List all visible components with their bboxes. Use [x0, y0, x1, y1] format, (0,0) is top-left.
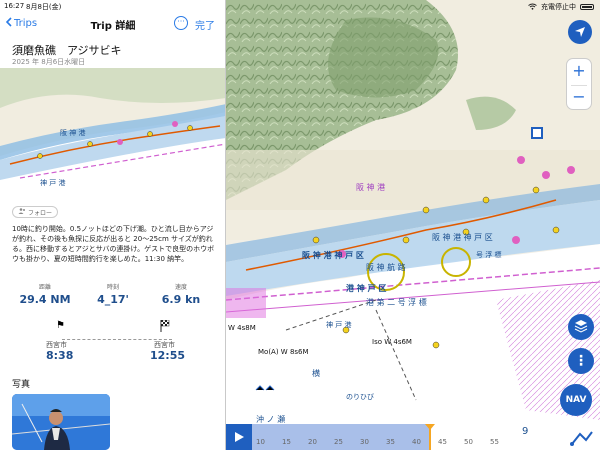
play-button[interactable]	[226, 424, 252, 450]
map-label: 阪 神 港 神 戸 区	[432, 233, 493, 242]
ellipsis-circle-icon[interactable]: ···	[174, 16, 188, 30]
timeline-tick-label: 25	[334, 438, 343, 446]
stat-label: 時刻	[106, 284, 119, 291]
follow-button[interactable]: フォロー	[12, 206, 59, 218]
photo-image	[12, 394, 110, 450]
page-title: Trip 詳細	[90, 21, 136, 32]
map-label: のりひび	[346, 393, 374, 401]
status-bar: 16:27 8月8日(金) 充電停止中	[0, 0, 600, 12]
light-characteristic-label: W 4s8M	[228, 324, 256, 332]
map-label: 港 神 戸 区	[346, 284, 387, 293]
status-time: 16:27	[4, 2, 25, 10]
mini-chart	[0, 68, 225, 198]
mini-map-label: 神 戸 港	[40, 179, 66, 187]
nav-button-label: NAV	[565, 395, 587, 405]
photos-heading: 写真	[12, 380, 31, 390]
trip-date: 2025 年 8月6日水曜日	[12, 58, 86, 66]
stat-value: 6.9 kn	[161, 293, 201, 306]
zoom-out-button[interactable]: −	[567, 85, 591, 111]
trip-description: 10時に釣り開始。0.5ノットほどの下げ潮。ひと流し目からアジが釣れ、その後も魚…	[12, 225, 215, 263]
timeline-scrubber[interactable]	[425, 424, 435, 450]
battery-icon	[580, 4, 594, 10]
light-characteristic-label: Mo(A) W 8s6M	[258, 348, 309, 356]
map-label: 阪 神 航 路	[366, 263, 406, 272]
play-icon	[233, 428, 245, 447]
nav-button[interactable]: NAV	[560, 384, 592, 416]
timeline-tick-label: 40	[412, 438, 421, 446]
stat-label: 距離	[38, 284, 51, 291]
done-button[interactable]: 完了	[195, 17, 215, 32]
timeline-tick-label: 35	[386, 438, 395, 446]
start-flag-icon: ⚑	[56, 320, 65, 331]
timeline-tick-label: 45	[438, 438, 447, 446]
stat-value: 29.4 NM	[19, 293, 71, 306]
stat-value: 4_17'	[97, 293, 129, 306]
timeline-tick-label: 20	[308, 438, 317, 446]
end-time: 12:55	[150, 349, 186, 362]
zoom-in-button[interactable]: +	[567, 59, 591, 85]
timeline-tick-label: 50	[464, 438, 473, 446]
stat-label: 速度	[174, 284, 187, 291]
trip-photo[interactable]	[12, 394, 110, 450]
stat-speed: 速度 6.9 kn	[148, 282, 214, 306]
chart-map[interactable]: 阪 神 港 阪 神 港 神 戸 区 阪 神 港 神 戸 区 阪 神 航 路 港 …	[226, 0, 600, 450]
map-label: 阪 神 港 神 戸 区	[302, 251, 364, 260]
map-label: 号 浮 標	[476, 251, 502, 259]
timeline-tick-label: 15	[282, 438, 291, 446]
layers-button[interactable]	[568, 314, 594, 340]
nautical-chart	[226, 0, 600, 450]
trip-track-map[interactable]: 阪 神 港 神 戸 港	[0, 68, 225, 198]
battery-status-text: 充電停止中	[541, 3, 576, 11]
timeline-progress-fill	[252, 424, 429, 450]
location-arrow-icon	[574, 23, 586, 42]
zoom-divider	[571, 85, 587, 86]
status-date: 8月8日(金)	[26, 3, 62, 11]
more-vertical-icon: ⋮	[574, 353, 588, 369]
nav-bar: Trips Trip 詳細 ··· 完了	[0, 14, 225, 36]
layers-icon	[574, 318, 588, 337]
map-label: 神 戸 港	[326, 321, 352, 329]
wifi-icon	[528, 3, 537, 12]
stat-distance: 距離 29.4 NM	[12, 282, 78, 306]
map-label: 横	[312, 369, 320, 378]
timeline-tick-label: 10	[256, 438, 265, 446]
stat-time: 時刻 4_17'	[80, 282, 146, 306]
people-icon	[18, 208, 26, 216]
checkered-flag-icon	[160, 319, 170, 335]
timeline-current-label: 9	[522, 426, 529, 437]
timeline-tick-label: 55	[490, 438, 499, 446]
timeline-tick-label: 30	[360, 438, 369, 446]
mini-map-label: 阪 神 港	[60, 129, 86, 137]
playback-timeline: 10 15 20 25 30 35 40 45 50 55 9	[226, 424, 600, 450]
route-summary: ⚑ 西宮市 8:38 西宮市 12:55	[12, 318, 212, 368]
trip-title: 須磨魚礁 アジサビキ	[12, 44, 122, 57]
locate-button[interactable]	[568, 20, 592, 44]
more-options-button[interactable]: ⋮	[568, 348, 594, 374]
start-time: 8:38	[46, 349, 74, 362]
map-label: 阪 神 港	[356, 183, 386, 192]
zoom-control: + −	[566, 58, 592, 110]
light-characteristic-label: Iso W 4s6M	[372, 338, 412, 346]
map-label: 港 第 二 号 浮 標	[366, 298, 427, 307]
trip-detail-panel: Trips Trip 詳細 ··· 完了 須磨魚礁 アジサビキ 2025 年 8…	[0, 0, 226, 450]
follow-label: フォロー	[28, 209, 53, 217]
